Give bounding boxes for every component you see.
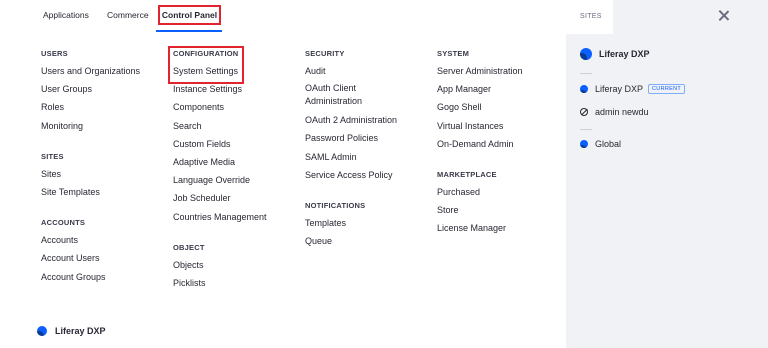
active-tab-indicator <box>156 30 222 32</box>
group-heading-security: SECURITY <box>305 49 345 58</box>
user-site-icon <box>580 108 588 116</box>
menu-item-license-manager[interactable]: License Manager <box>437 219 523 237</box>
sidebar-site-global[interactable]: Global <box>580 139 621 149</box>
sidebar-header: SITES <box>566 0 768 34</box>
footer-brand: Liferay DXP <box>37 323 106 339</box>
menu-item-templates[interactable]: Templates <box>305 214 397 232</box>
menu-item-components[interactable]: Components <box>173 98 267 116</box>
sidebar-main-site[interactable]: Liferay DXP <box>580 48 650 60</box>
menu-item-custom-fields[interactable]: Custom Fields <box>173 135 267 153</box>
sites-sidebar: SITES Liferay DXP Liferay DXP CURRENT ad… <box>566 0 768 348</box>
tab-applications[interactable]: Applications <box>43 4 89 26</box>
group-heading-system: SYSTEM <box>437 49 470 58</box>
close-icon[interactable] <box>716 8 732 24</box>
menu-item-countries-management[interactable]: Countries Management <box>173 208 267 226</box>
menu-item-accounts[interactable]: Accounts <box>41 231 140 249</box>
menu-item-saml-admin[interactable]: SAML Admin <box>305 148 397 166</box>
footer-brand-label: Liferay DXP <box>55 326 106 336</box>
menu-column-security-notifications: SECURITY Audit OAuth Client Administrati… <box>305 46 397 250</box>
menu-item-purchased[interactable]: Purchased <box>437 183 523 201</box>
liferay-logo-icon <box>37 326 47 336</box>
menu-item-queue[interactable]: Queue <box>305 232 397 250</box>
group-heading-marketplace: MARKETPLACE <box>437 170 497 180</box>
menu-item-service-access-policy[interactable]: Service Access Policy <box>305 166 397 184</box>
menu-item-adaptive-media[interactable]: Adaptive Media <box>173 153 267 171</box>
menu-item-language-override[interactable]: Language Override <box>173 171 267 189</box>
menu-item-oauth2-administration[interactable]: OAuth 2 Administration <box>305 111 397 129</box>
divider <box>580 129 592 130</box>
sidebar-tab-sites[interactable]: SITES <box>566 0 613 34</box>
menu-item-user-groups[interactable]: User Groups <box>41 80 140 98</box>
menu-item-oauth-client-administration[interactable]: OAuth Client Administration <box>305 80 395 111</box>
menu-item-sites[interactable]: Sites <box>41 165 140 183</box>
menu-item-server-administration[interactable]: Server Administration <box>437 62 523 80</box>
group-heading-accounts: ACCOUNTS <box>41 218 86 228</box>
site-logo-icon <box>580 85 588 93</box>
menu-item-on-demand-admin[interactable]: On-Demand Admin <box>437 135 523 153</box>
menu-item-job-scheduler[interactable]: Job Scheduler <box>173 189 267 207</box>
liferay-logo-icon <box>580 48 592 60</box>
sidebar-site-label: Liferay DXP <box>595 84 644 94</box>
sidebar-site-label: Global <box>595 139 622 149</box>
highlight-system-settings <box>168 46 244 84</box>
menu-item-users-and-organizations[interactable]: Users and Organizations <box>41 62 140 80</box>
tab-commerce[interactable]: Commerce <box>107 4 149 26</box>
menu-item-virtual-instances[interactable]: Virtual Instances <box>437 117 523 135</box>
menu-column-system-marketplace: SYSTEM Server Administration App Manager… <box>437 46 523 238</box>
global-site-icon <box>580 140 588 148</box>
current-badge: CURRENT <box>648 84 686 94</box>
menu-item-site-templates[interactable]: Site Templates <box>41 183 140 201</box>
menu-item-account-users[interactable]: Account Users <box>41 249 140 267</box>
tab-control-panel[interactable]: Control Panel <box>158 5 221 25</box>
menu-item-gogo-shell[interactable]: Gogo Shell <box>437 98 523 116</box>
divider <box>580 73 592 74</box>
menu-item-monitoring[interactable]: Monitoring <box>41 117 140 135</box>
menu-item-search[interactable]: Search <box>173 117 267 135</box>
menu-item-audit[interactable]: Audit <box>305 62 397 80</box>
group-heading-object: OBJECT <box>173 242 205 252</box>
sidebar-site-admin-newdu[interactable]: admin newdu <box>580 107 649 117</box>
menu-item-roles[interactable]: Roles <box>41 98 140 116</box>
group-heading-notifications: NOTIFICATIONS <box>305 201 366 211</box>
group-heading-sites: SITES <box>41 151 64 161</box>
sidebar-site-label: admin newdu <box>595 107 649 117</box>
menu-item-password-policies[interactable]: Password Policies <box>305 129 397 147</box>
menu-item-app-manager[interactable]: App Manager <box>437 80 523 98</box>
sidebar-site-liferay-dxp[interactable]: Liferay DXP CURRENT <box>580 84 686 94</box>
sidebar-main-site-label: Liferay DXP <box>599 49 650 59</box>
top-navigation-tabs: Applications Commerce Control Panel <box>0 0 566 34</box>
menu-column-users-sites-accounts: USERS Users and Organizations User Group… <box>41 46 140 286</box>
group-heading-users: USERS <box>41 49 68 58</box>
menu-item-objects[interactable]: Objects <box>173 256 267 274</box>
menu-item-store[interactable]: Store <box>437 201 523 219</box>
menu-item-picklists[interactable]: Picklists <box>173 274 267 292</box>
menu-item-account-groups[interactable]: Account Groups <box>41 268 140 286</box>
